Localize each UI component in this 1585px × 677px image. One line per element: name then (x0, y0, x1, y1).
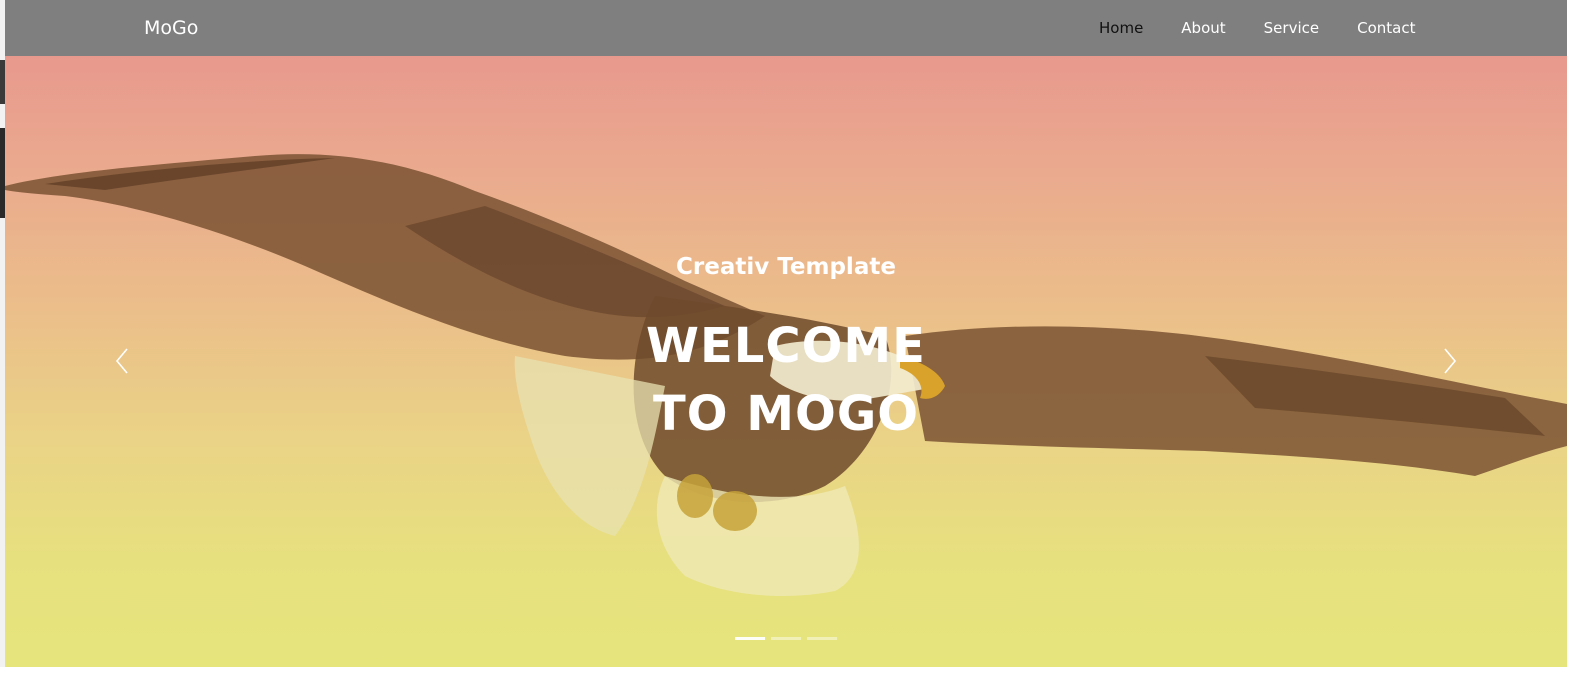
hero-subtitle: Creativ Template (676, 254, 896, 280)
page-viewport: MoGo Home About Service Contact Creativ … (5, 0, 1567, 667)
carousel-prev-button[interactable] (113, 346, 133, 376)
chevron-left-icon (115, 348, 128, 374)
right-window-edge (1567, 0, 1585, 677)
main-nav: Home About Service Contact (1099, 19, 1453, 37)
site-header: MoGo Home About Service Contact (5, 0, 1567, 56)
carousel-indicator[interactable] (807, 637, 837, 640)
chevron-right-icon (1444, 348, 1457, 374)
nav-service-link[interactable]: Service (1264, 19, 1319, 37)
bottom-window-edge (0, 667, 1585, 677)
hero-title: WELCOME TO MOGO (5, 312, 1567, 448)
site-logo[interactable]: MoGo (144, 17, 198, 39)
hero-carousel: Creativ Template WELCOME TO MOGO (5, 56, 1567, 667)
nav-contact-link[interactable]: Contact (1357, 19, 1415, 37)
carousel-indicators (735, 637, 837, 640)
carousel-indicator[interactable] (735, 637, 765, 640)
hero-title-line: TO MOGO (652, 386, 920, 442)
hero-title-line: WELCOME (646, 318, 926, 374)
nav-home-link[interactable]: Home (1099, 19, 1143, 37)
carousel-indicator[interactable] (771, 637, 801, 640)
carousel-next-button[interactable] (1439, 346, 1459, 376)
nav-about-link[interactable]: About (1181, 19, 1225, 37)
